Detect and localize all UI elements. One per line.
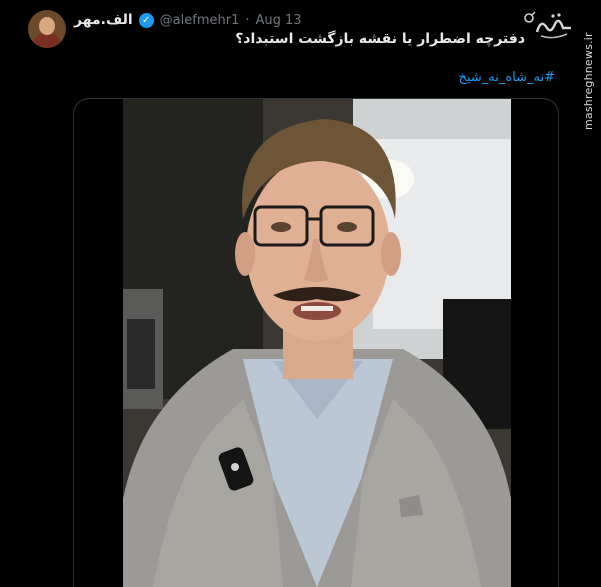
- tweet-header: الف.مهر ✓ @alefmehr1 · Aug 13: [74, 10, 302, 30]
- tweet-text: دفترچه اضطرار یا نقشه بازگشت استبداد؟: [235, 31, 525, 47]
- avatar-shirt: [33, 34, 61, 48]
- mashregh-logo-icon: [524, 11, 571, 39]
- media-container[interactable]: [73, 98, 559, 587]
- author-handle[interactable]: @alefmehr1: [160, 13, 240, 28]
- avatar[interactable]: [28, 10, 66, 48]
- video-frame: [123, 99, 511, 587]
- tweet-date[interactable]: Aug 13: [255, 13, 301, 28]
- avatar-face: [39, 17, 55, 35]
- tweet: الف.مهر ✓ @alefmehr1 · Aug 13 mashreghne…: [0, 0, 601, 587]
- watermark-url: mashreghnews.ir: [582, 32, 595, 130]
- author-name[interactable]: الف.مهر: [74, 12, 133, 28]
- verified-badge-icon: ✓: [138, 12, 154, 28]
- video-player[interactable]: [123, 99, 511, 587]
- hashtag-link[interactable]: #نه_شاه_نه_شیخ: [459, 70, 555, 85]
- separator: ·: [245, 12, 250, 28]
